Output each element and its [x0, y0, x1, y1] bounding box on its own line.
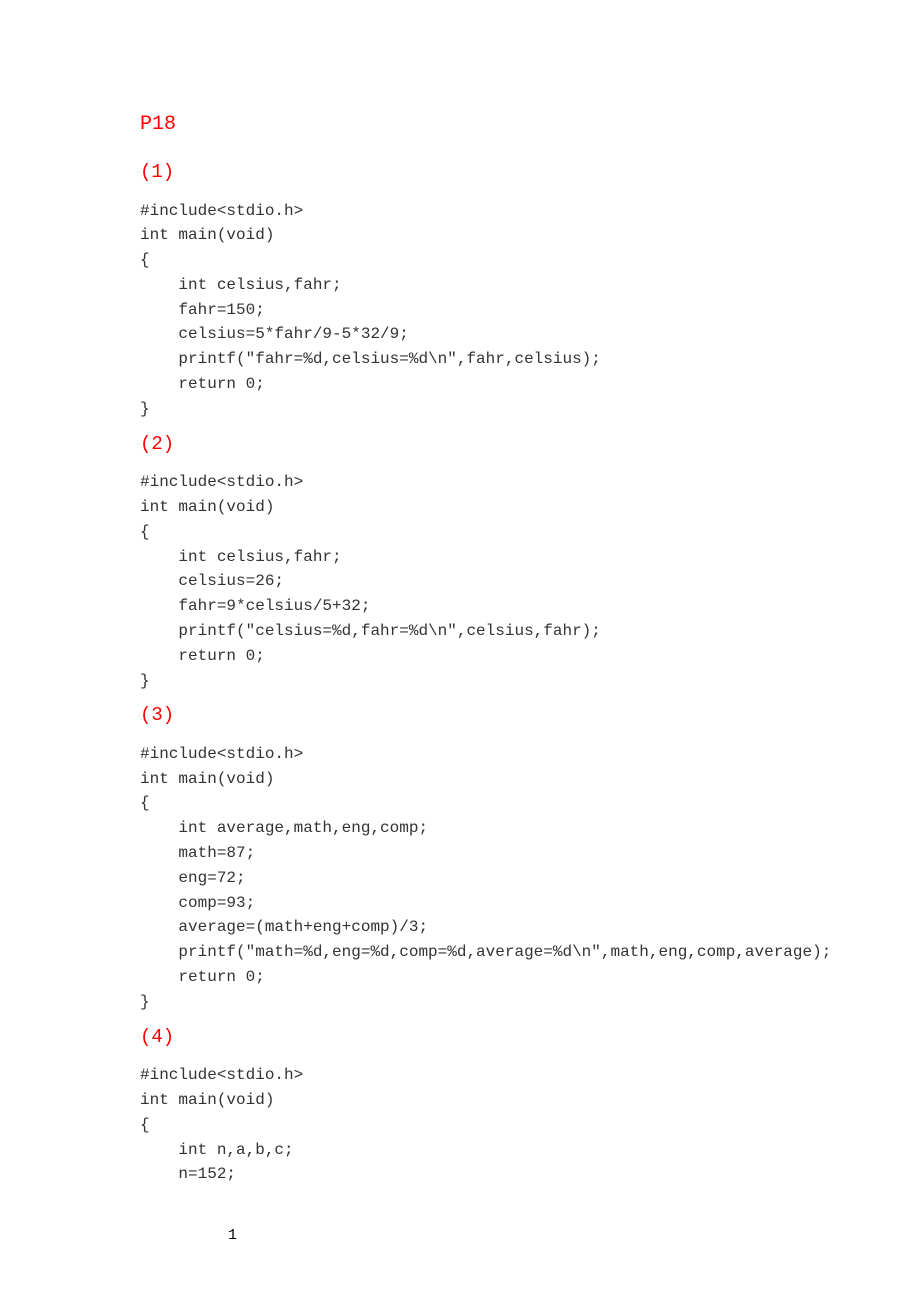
code-block-2: #include<stdio.h> int main(void) { int c…: [140, 470, 920, 693]
section-number-1: (1): [140, 158, 920, 187]
section-number-4: (4): [140, 1023, 920, 1052]
code-block-3: #include<stdio.h> int main(void) { int a…: [140, 742, 920, 1015]
page-number: 1: [228, 1225, 920, 1248]
section-number-3: (3): [140, 701, 920, 730]
page-reference: P18: [140, 110, 920, 140]
code-block-4: #include<stdio.h> int main(void) { int n…: [140, 1063, 920, 1187]
section-number-2: (2): [140, 430, 920, 459]
code-block-1: #include<stdio.h> int main(void) { int c…: [140, 199, 920, 422]
